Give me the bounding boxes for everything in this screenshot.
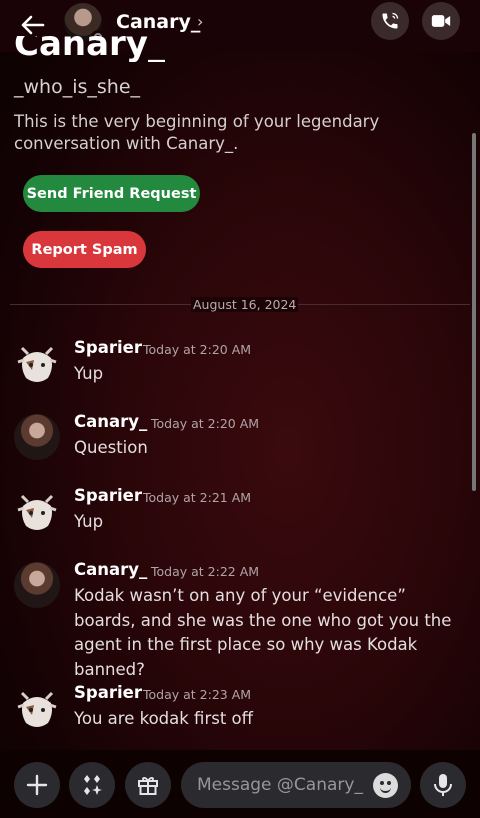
message-author[interactable]: Sparier — [74, 486, 142, 505]
scrollbar[interactable] — [472, 133, 476, 491]
gift-button[interactable] — [125, 762, 171, 808]
avatar[interactable] — [14, 340, 60, 386]
video-button[interactable] — [422, 2, 460, 40]
message-timestamp: Today at 2:20 AM — [151, 416, 260, 431]
message-author[interactable]: Sparier — [74, 683, 142, 702]
apps-icon — [84, 775, 102, 795]
chevron-right-icon[interactable]: › — [197, 12, 203, 31]
message-text: Yup — [74, 364, 104, 383]
header-username[interactable]: Canary_ — [116, 11, 200, 33]
avatar[interactable] — [14, 562, 60, 608]
message-timestamp: Today at 2:22 AM — [151, 564, 260, 579]
avatar[interactable] — [14, 414, 60, 460]
message-timestamp: Today at 2:23 AM — [143, 687, 252, 702]
emoji-icon[interactable] — [373, 773, 398, 798]
mic-icon — [434, 774, 452, 796]
plus-icon — [26, 774, 48, 796]
gift-icon — [138, 777, 158, 795]
message-text: Question — [74, 438, 148, 457]
date-divider-label: August 16, 2024 — [191, 297, 299, 312]
message-input-placeholder: Message @Canary_ — [197, 775, 363, 795]
profile-handle: _who_is_she_ — [14, 76, 141, 98]
message-timestamp: Today at 2:20 AM — [143, 342, 252, 357]
call-button[interactable] — [371, 2, 409, 40]
message-text: Kodak wasn’t on any of your “evidence” b… — [74, 586, 452, 679]
video-icon — [431, 15, 451, 27]
avatar[interactable] — [14, 685, 60, 731]
message-text: Yup — [74, 512, 104, 531]
plus-button[interactable] — [14, 762, 60, 808]
avatar[interactable] — [14, 488, 60, 534]
voice-message-button[interactable] — [420, 762, 466, 808]
profile-name: Canary_ — [14, 36, 165, 62]
phone-icon — [382, 12, 399, 29]
message-author[interactable]: Sparier — [74, 338, 142, 357]
message-input[interactable]: Message @Canary_ — [181, 762, 411, 808]
send-friend-request-button[interactable]: Send Friend Request — [23, 175, 200, 212]
message-author[interactable]: Canary_ — [74, 412, 147, 431]
report-spam-button[interactable]: Report Spam — [23, 231, 146, 268]
message-author[interactable]: Canary_ — [74, 560, 147, 579]
conversation-intro: This is the very beginning of your legen… — [14, 112, 380, 153]
message-timestamp: Today at 2:21 AM — [143, 490, 252, 505]
apps-button[interactable] — [69, 762, 115, 808]
message-text: You are kodak first off — [74, 709, 254, 728]
